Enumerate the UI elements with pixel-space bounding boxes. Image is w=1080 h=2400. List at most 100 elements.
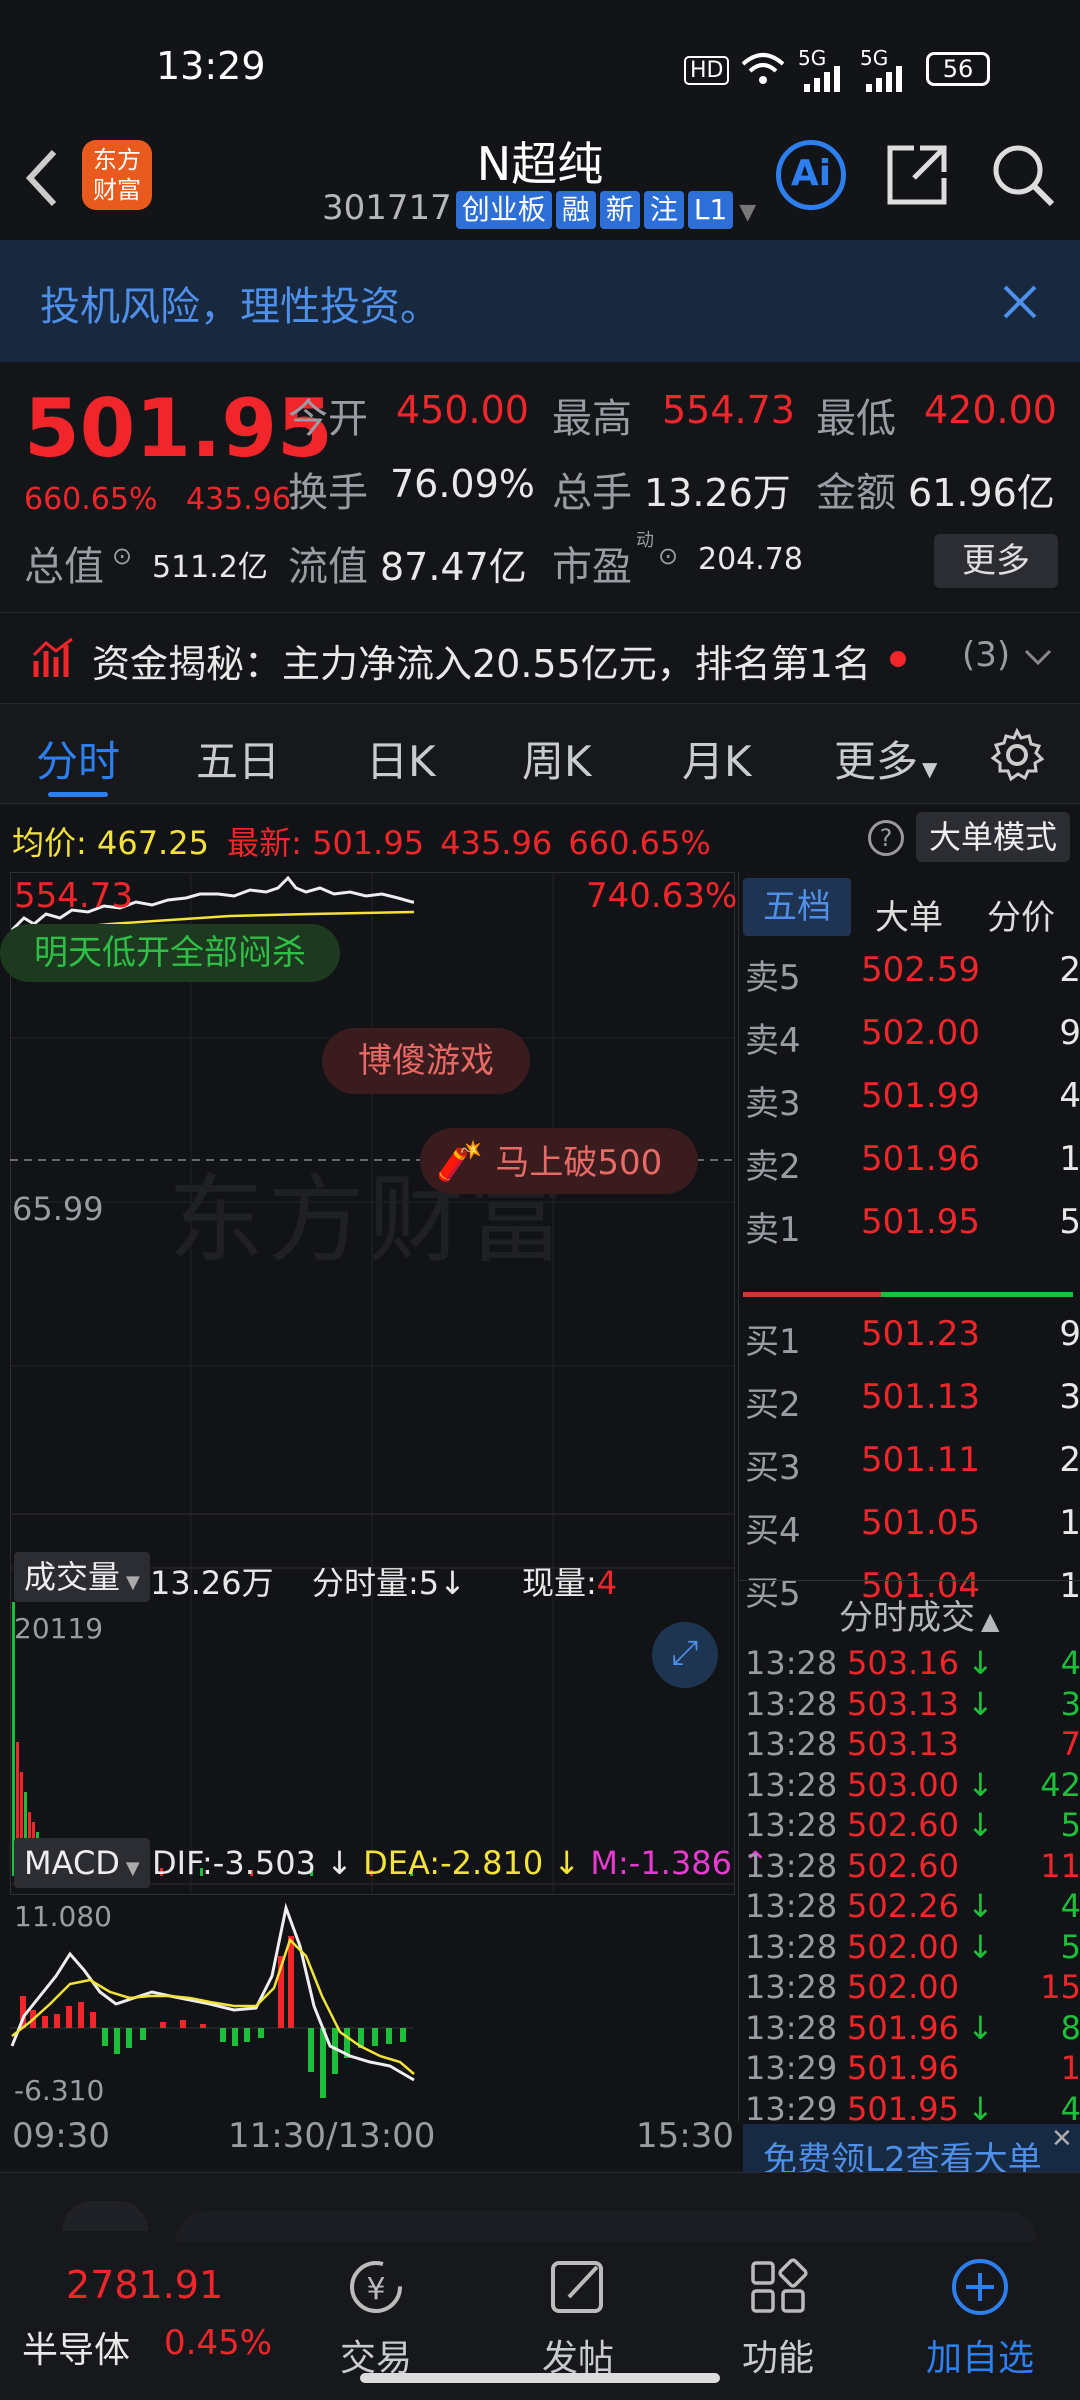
index-handle[interactable] bbox=[62, 2201, 148, 2231]
tick-volume: 1 bbox=[1060, 2049, 1080, 2087]
tick-price: 502.00 bbox=[847, 1927, 959, 1966]
sell-level-price: 502.59 bbox=[861, 950, 980, 990]
tick-volume: 5 bbox=[1060, 1806, 1080, 1844]
tab-five-day[interactable]: 五日 bbox=[196, 728, 280, 789]
macd-dif: DIF:-3.503 bbox=[152, 1844, 316, 1882]
tick-volume: 分时量:5↓ bbox=[312, 1558, 466, 1604]
change-pct: 660.65% bbox=[24, 482, 158, 517]
tab-weekly-k[interactable]: 周K bbox=[522, 728, 592, 789]
macd-histogram bbox=[20, 1936, 406, 2098]
comment-tag[interactable]: 🧨 马上破500 bbox=[420, 1128, 699, 1194]
help-icon[interactable]: ? bbox=[868, 820, 904, 856]
sell-level-row: 卖1 501.95 5 bbox=[739, 1198, 1080, 1250]
macd-values: DIF:-3.503 ↓ DEA:-2.810 ↓ M:-1.386 ↑ bbox=[152, 1844, 769, 1882]
buy-level-row: 买4 501.05 1 bbox=[739, 1499, 1080, 1551]
tab-intraday[interactable]: 分时 bbox=[36, 728, 120, 789]
tab-five-levels[interactable]: 五档 bbox=[743, 878, 851, 936]
stock-code-row[interactable]: 301717 创业板融新注 L1 ▼ bbox=[322, 188, 756, 229]
fund-flow-icon bbox=[32, 637, 73, 677]
tab-price-distribution[interactable]: 分价 bbox=[987, 890, 1055, 939]
buy-level-price: 501.23 bbox=[861, 1314, 980, 1354]
arrow-down-icon: ↓ bbox=[967, 1644, 994, 1682]
ai-assistant-button[interactable]: Ai bbox=[776, 140, 846, 210]
svg-text:¥: ¥ bbox=[366, 2272, 385, 2307]
arrow-down-icon: ↓ bbox=[967, 1684, 994, 1723]
plus-circle-icon bbox=[952, 2259, 1008, 2315]
price-chart[interactable] bbox=[10, 872, 736, 1896]
battery-icon: 56 bbox=[926, 52, 990, 86]
signal-1-icon bbox=[804, 66, 840, 92]
sell-level-label: 卖4 bbox=[745, 1021, 801, 1061]
sell-level-row: 卖2 501.96 1 bbox=[739, 1135, 1080, 1187]
buy-level-label: 买3 bbox=[745, 1448, 801, 1488]
input-hint-strip[interactable] bbox=[176, 2211, 1036, 2241]
sector-name[interactable]: 半导体 bbox=[22, 2321, 130, 2373]
comment-tag[interactable]: 明天低开全部闷杀 bbox=[0, 924, 340, 982]
float-cap-value: 87.47亿 bbox=[380, 545, 527, 589]
add-watchlist-button[interactable]: 加自选 bbox=[910, 2257, 1050, 2381]
sell-level-price: 502.00 bbox=[861, 1013, 980, 1053]
macd-indicator-select[interactable]: MACD ▼ bbox=[14, 1838, 150, 1888]
macd-chart bbox=[10, 1902, 415, 2098]
buy-level-label: 买5 bbox=[745, 1574, 801, 1614]
arrow-down-icon: ↓ bbox=[967, 1765, 994, 1804]
more-quote-button[interactable]: 更多 bbox=[934, 534, 1058, 588]
close-icon[interactable]: ✕ bbox=[1051, 2124, 1073, 2154]
tab-daily-k[interactable]: 日K bbox=[366, 728, 436, 789]
trade-yen-icon: ¥ bbox=[350, 2261, 402, 2313]
low-label: 最低 bbox=[816, 396, 896, 442]
tick-volume-label: 分时量:5 bbox=[312, 1564, 440, 1602]
buy-level-label: 买4 bbox=[745, 1511, 801, 1551]
volume-indicator-select[interactable]: 成交量 ▼ bbox=[14, 1552, 150, 1602]
latest-change: 435.96 bbox=[440, 824, 553, 862]
expand-icon[interactable]: ⤢ bbox=[652, 1622, 718, 1688]
tick-price: 501.95 bbox=[847, 2089, 959, 2128]
intraday-chart-panel: 均价: 467.25 最新: 501.95 435.96 660.65% ? 大… bbox=[0, 806, 1080, 2184]
tab-monthly-k[interactable]: 月K bbox=[682, 728, 752, 789]
macd-label: MACD bbox=[24, 1844, 120, 1882]
pe-value: 204.78 bbox=[698, 542, 803, 577]
tick-label: 13:28 bbox=[745, 1684, 838, 1723]
big-order-mode-button[interactable]: 大单模式 bbox=[916, 812, 1070, 862]
tick-label: 13:29 bbox=[745, 2049, 838, 2087]
pe-label: 市盈 bbox=[552, 544, 632, 590]
sell-level-volume: 5 bbox=[1059, 1202, 1080, 1242]
fund-flow-text: 资金揭秘：主力净流入20.55亿元，排名第1名 bbox=[92, 642, 871, 686]
pe-info-icon[interactable]: ⊙ bbox=[658, 542, 678, 570]
hd-icon: HD bbox=[684, 56, 730, 85]
close-icon[interactable] bbox=[1002, 284, 1038, 320]
comment-tag[interactable]: 博傻游戏 bbox=[322, 1028, 530, 1094]
low-value: 420.00 bbox=[924, 388, 1057, 432]
info-icon[interactable]: ⊙ bbox=[112, 542, 132, 570]
fund-flow-row[interactable]: 资金揭秘：主力净流入20.55亿元，排名第1名 (3) bbox=[0, 612, 1080, 704]
post-button[interactable]: 发帖 bbox=[508, 2257, 648, 2381]
tick-label: 13:28 bbox=[745, 1927, 838, 1966]
sector-index-value[interactable]: 2781.91 bbox=[66, 2263, 223, 2307]
tick-trades-title[interactable]: 分时成交 ▲ bbox=[839, 1590, 999, 1639]
buy-level-volume: 9 bbox=[1059, 1314, 1080, 1354]
arrow-down-icon: ↓ bbox=[967, 1927, 994, 1966]
tab-more[interactable]: 更多 ▼ bbox=[834, 728, 937, 789]
badge-board: 创业板 bbox=[455, 191, 552, 229]
macd-dea-line bbox=[11, 1937, 415, 2075]
stock-header: 东方 财富 N超纯 301717 创业板融新注 L1 ▼ Ai bbox=[0, 130, 1080, 240]
stock-code: 301717 bbox=[322, 188, 452, 228]
tick-price: 503.16 bbox=[847, 1644, 959, 1682]
sell-level-volume: 1 bbox=[1059, 1139, 1080, 1179]
functions-button[interactable]: 功能 bbox=[708, 2257, 848, 2381]
search-icon[interactable] bbox=[990, 142, 1056, 208]
amount-label: 金额 bbox=[816, 470, 896, 516]
avg-price-value: 467.25 bbox=[96, 824, 209, 862]
sell-level-price: 501.99 bbox=[861, 1076, 980, 1116]
chevron-down-icon bbox=[1024, 649, 1052, 666]
home-indicator[interactable] bbox=[360, 2373, 720, 2383]
arrow-down-icon: ↓ bbox=[543, 1844, 591, 1882]
settings-gear-icon[interactable] bbox=[990, 728, 1044, 782]
share-icon[interactable] bbox=[884, 142, 950, 208]
tick-label: 13:28 bbox=[745, 1806, 838, 1844]
macd-dea: DEA:-2.810 bbox=[363, 1844, 544, 1882]
trade-button[interactable]: ¥ 交易 bbox=[306, 2257, 446, 2381]
tick-volume: 3 bbox=[1060, 1684, 1080, 1723]
sell-level-price: 501.96 bbox=[861, 1139, 980, 1179]
tab-big-orders[interactable]: 大单 bbox=[875, 890, 943, 939]
